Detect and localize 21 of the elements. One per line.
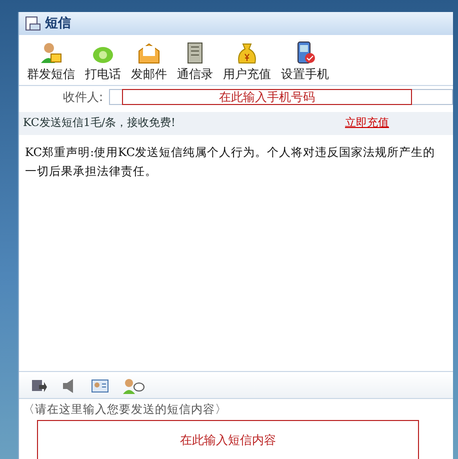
disclaimer-text: KC郑重声明:使用KC发送短信纯属个人行为。个人将对违反国家法规所产生的一切后果承担法律责任。 [24,144,436,180]
toolbar-button[interactable]: 通信录 [177,41,213,83]
recharge-link[interactable]: 立即充值 [345,115,389,132]
person-chat-icon[interactable] [123,376,145,394]
message-icon [25,16,41,32]
annotation-box: 在此输入短信内容 [37,420,419,459]
toolbar-button[interactable]: 用户充值 [223,41,271,83]
person-envelope-icon [39,41,63,65]
annotation-box: 在此输入手机号码 [122,89,412,105]
toolbar-button[interactable]: 发邮件 [131,41,167,83]
toolbar-button[interactable]: 打电话 [85,41,121,83]
money-bag-icon [235,41,259,65]
recipient-field[interactable]: 在此输入手机号码 [109,89,453,105]
recipient-label: 收件人: [62,89,104,106]
toolbar-button[interactable]: 设置手机 [281,41,329,83]
window-title: 短信 [45,14,71,33]
message-field[interactable]: 〈请在这里输入您要发送的短信内容〉 在此输入短信内容 [19,399,453,459]
promo-text: KC发送短信1毛/条，接收免费! [23,115,176,131]
message-placeholder: 〈请在这里输入您要发送的短信内容〉 [23,401,228,418]
envelope-icon [137,41,161,65]
toolbar-button[interactable]: 群发短信 [27,41,75,83]
